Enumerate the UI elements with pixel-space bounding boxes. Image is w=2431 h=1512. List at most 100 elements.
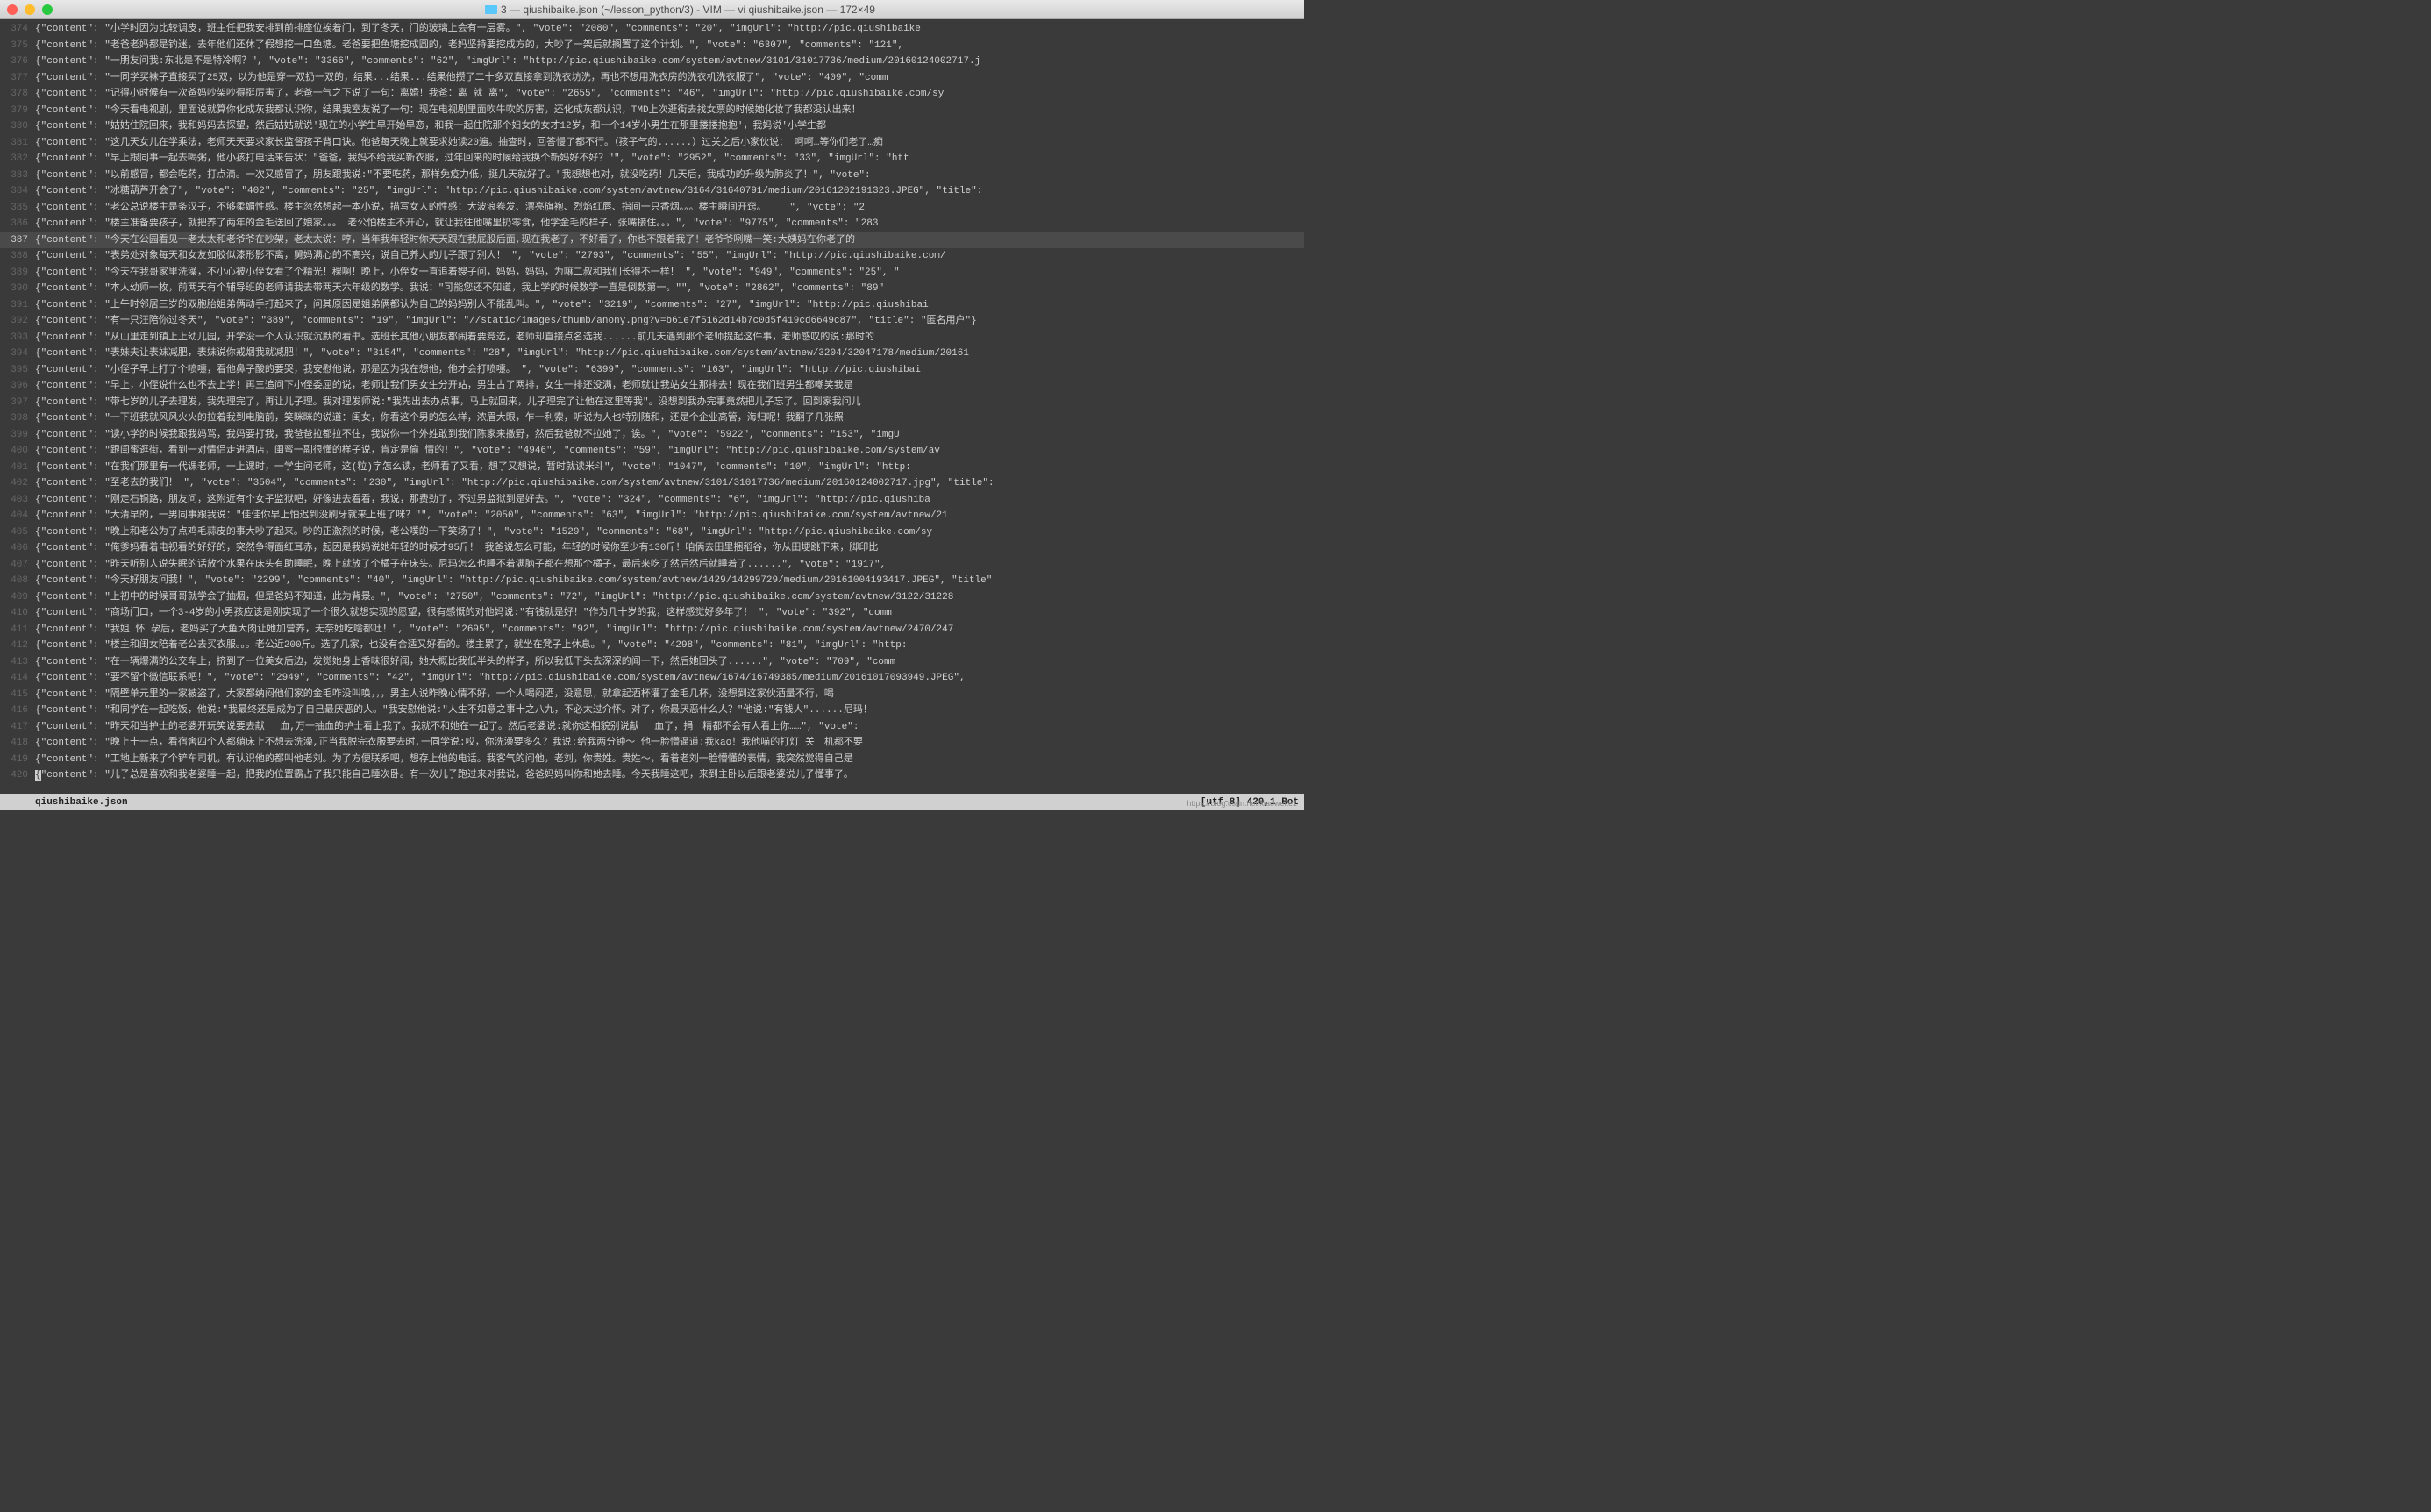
code-line[interactable]: 379{"content": "今天看电视剧，里面说就算你化成灰我都认识你，结果…	[0, 103, 1304, 119]
line-number: 378	[0, 86, 35, 103]
code-line[interactable]: 385{"content": "老公总说楼主是条汉子，不够柔媚性感。楼主忽然想起…	[0, 200, 1304, 217]
line-content: {"content": "冰糖葫芦开会了", "vote": "402", "c…	[35, 183, 988, 200]
line-content: {"content": "大清早的，一男同事跟我说："佳佳你早上怕迟到没刷牙就来…	[35, 508, 948, 524]
code-line[interactable]: 387{"content": "今天在公园看见一老太太和老爷爷在吵架，老太太说：…	[0, 232, 1304, 249]
line-number: 412	[0, 638, 35, 654]
line-content: {"content": "上初中的时候哥哥就学会了抽烟，但是爸妈不知道，此为背景…	[35, 589, 953, 606]
line-number: 420	[0, 767, 35, 784]
code-line[interactable]: 399{"content": "读小学的时候我跟我妈骂，我妈要打我，我爸爸拉都拉…	[0, 427, 1304, 444]
line-content: {"content": "老爸老妈都是钓迷，去年他们还休了假想挖一口鱼塘。老爸要…	[35, 38, 903, 54]
code-line[interactable]: 389{"content": "今天在我哥家里洗澡，不小心被小侄女看了个精光！稞…	[0, 265, 1304, 282]
close-icon[interactable]	[7, 4, 18, 15]
code-line[interactable]: 403{"content": "刚走石铜路，朋友问，这附近有个女子监狱吧，好像进…	[0, 492, 1304, 509]
line-content: {"content": "从山里走到镇上上幼儿园，开学没一个人认识就沉默的看书。…	[35, 330, 874, 346]
line-content: {"content": "今天在我哥家里洗澡，不小心被小侄女看了个精光！稞啊！晚…	[35, 265, 900, 282]
code-line[interactable]: 420{"content": "儿子总是喜欢和我老婆睡一起，把我的位置霸占了我只…	[0, 767, 1304, 784]
code-line[interactable]: 415{"content": "隔壁单元里的一家被盗了，大家都纳闷他们家的金毛咋…	[0, 687, 1304, 703]
window-title: 3 — qiushibaike.json (~/lesson_python/3)…	[63, 4, 1297, 16]
line-number: 415	[0, 687, 35, 703]
line-number: 411	[0, 622, 35, 638]
line-number: 398	[0, 410, 35, 427]
code-line[interactable]: 408{"content": "今天好朋友问我！", "vote": "2299…	[0, 573, 1304, 589]
line-number: 396	[0, 378, 35, 395]
line-content: {"content": "工地上新来了个铲车司机，有认识他的都叫他老刘。为了方便…	[35, 752, 853, 768]
line-content: {"content": "儿子总是喜欢和我老婆睡一起，把我的位置霸占了我只能自己…	[35, 767, 853, 784]
line-number: 410	[0, 605, 35, 622]
line-number: 413	[0, 654, 35, 671]
code-line[interactable]: 383{"content": "以前感冒，都会吃药，打点滴。一次又感冒了，朋友跟…	[0, 168, 1304, 184]
code-line[interactable]: 413{"content": "在一辆爆满的公交车上，挤到了一位美女后边，发觉她…	[0, 654, 1304, 671]
code-line[interactable]: 419{"content": "工地上新来了个铲车司机，有认识他的都叫他老刘。为…	[0, 752, 1304, 768]
code-line[interactable]: 397{"content": "带七岁的儿子去理发，我先理完了，再让儿子理。我对…	[0, 395, 1304, 411]
line-content: {"content": "晚上和老公为了点鸡毛蒜皮的事大吵了起来。吵的正激烈的时…	[35, 524, 932, 541]
code-line[interactable]: 380{"content": "姑姑住院回来，我和妈妈去探望，然后姑姑就说'现在…	[0, 118, 1304, 135]
code-line[interactable]: 407{"content": "昨天听别人说失眠的话放个水果在床头有助睡眠，晚上…	[0, 557, 1304, 574]
editor-area[interactable]: 374{"content": "小学时因为比较调皮，班主任把我安排到前排座位挨着…	[0, 19, 1304, 810]
code-line[interactable]: 388{"content": "表弟处对象每天和女友如胶似漆形影不离，舅妈满心的…	[0, 248, 1304, 265]
code-line[interactable]: 395{"content": "小侄子早上打了个喷嚏，看他鼻子酸的要哭，我安慰他…	[0, 362, 1304, 379]
line-number: 389	[0, 265, 35, 282]
code-line[interactable]: 412{"content": "楼主和闺女陪着老公去买衣服。。。老公近200斤。…	[0, 638, 1304, 654]
code-line[interactable]: 405{"content": "晚上和老公为了点鸡毛蒜皮的事大吵了起来。吵的正激…	[0, 524, 1304, 541]
line-number: 377	[0, 70, 35, 87]
line-content: {"content": "昨天听别人说失眠的话放个水果在床头有助睡眠，晚上就放了…	[35, 557, 886, 574]
code-line[interactable]: 394{"content": "表妹夫让表妹减肥，表妹说你戒烟我就减肥！", "…	[0, 346, 1304, 362]
line-content: {"content": "要不留个微信联系吧！", "vote": "2949"…	[35, 670, 966, 687]
line-content: {"content": "本人幼师一枚，前两天有个辅导班的老师请我去带两天六年级…	[35, 281, 884, 297]
code-line[interactable]: 398{"content": "一下班我就风风火火的拉着我到电脑前，笑眯眯的说道…	[0, 410, 1304, 427]
code-line[interactable]: 391{"content": "上午时邻居三岁的双胞胎姐弟俩动手打起来了，问其原…	[0, 297, 1304, 314]
code-line[interactable]: 396{"content": "早上，小侄说什么也不去上学！再三追问下小侄委屈的…	[0, 378, 1304, 395]
line-number: 393	[0, 330, 35, 346]
code-line[interactable]: 411{"content": "我姐 怀 孕后，老妈买了大鱼大肉让她加营养，无奈…	[0, 622, 1304, 638]
code-line[interactable]: 410{"content": "商场门口，一个3-4岁的小男孩应该是刚实现了一个…	[0, 605, 1304, 622]
code-line[interactable]: 414{"content": "要不留个微信联系吧！", "vote": "29…	[0, 670, 1304, 687]
code-line[interactable]: 382{"content": "早上跟同事一起去喝粥，他小孩打电话来告状："爸爸…	[0, 151, 1304, 168]
line-number: 391	[0, 297, 35, 314]
line-content: {"content": "姑姑住院回来，我和妈妈去探望，然后姑姑就说'现在的小学…	[35, 118, 826, 135]
code-line[interactable]: 378{"content": "记得小时候有一次爸妈吵架吵得挺厉害了，老爸一气之…	[0, 86, 1304, 103]
line-content: {"content": "上午时邻居三岁的双胞胎姐弟俩动手打起来了，问其原因是姐…	[35, 297, 929, 314]
code-line[interactable]: 393{"content": "从山里走到镇上上幼儿园，开学没一个人认识就沉默的…	[0, 330, 1304, 346]
code-line[interactable]: 418{"content": "晚上十一点，看宿舍四个人都躺床上不想去洗澡,正当…	[0, 735, 1304, 752]
line-number: 400	[0, 443, 35, 460]
code-line[interactable]: 404{"content": "大清早的，一男同事跟我说："佳佳你早上怕迟到没刷…	[0, 508, 1304, 524]
line-number: 383	[0, 168, 35, 184]
line-number: 386	[0, 216, 35, 232]
code-line[interactable]: 377{"content": "一同学买袜子直接买了25双，以为他是穿一双扔一双…	[0, 70, 1304, 87]
line-content: {"content": "在一辆爆满的公交车上，挤到了一位美女后边，发觉她身上香…	[35, 654, 895, 671]
line-number: 401	[0, 460, 35, 476]
code-line[interactable]: 375{"content": "老爸老妈都是钓迷，去年他们还休了假想挖一口鱼塘。…	[0, 38, 1304, 54]
line-content: {"content": "记得小时候有一次爸妈吵架吵得挺厉害了，老爸一气之下说了…	[35, 86, 944, 103]
code-line[interactable]: 376{"content": "一朋友问我:东北是不是特冷啊？", "vote"…	[0, 53, 1304, 70]
folder-icon	[485, 5, 497, 14]
line-number: 409	[0, 589, 35, 606]
line-number: 402	[0, 475, 35, 492]
line-content: {"content": "表妹夫让表妹减肥，表妹说你戒烟我就减肥！", "vot…	[35, 346, 969, 362]
code-line[interactable]: 400{"content": "跟闺蜜逛街，看到一对情侣走进酒店，闺蜜一副很懂的…	[0, 443, 1304, 460]
line-content: {"content": "有一只汪陪你过冬天", "vote": "389", …	[35, 313, 977, 330]
code-line[interactable]: 417{"content": "昨天和当护士的老婆开玩笑说要去献 血,万一抽血的…	[0, 719, 1304, 736]
maximize-icon[interactable]	[42, 4, 53, 15]
line-number: 403	[0, 492, 35, 509]
status-filename: qiushibaike.json	[35, 797, 1201, 808]
line-number: 380	[0, 118, 35, 135]
code-line[interactable]: 390{"content": "本人幼师一枚，前两天有个辅导班的老师请我去带两天…	[0, 281, 1304, 297]
line-content: {"content": "小侄子早上打了个喷嚏，看他鼻子酸的要哭，我安慰他说，那…	[35, 362, 921, 379]
minimize-icon[interactable]	[25, 4, 35, 15]
line-number: 405	[0, 524, 35, 541]
code-line[interactable]: 416{"content": "和同学在一起吃饭，他说:"我最终还是成为了自己最…	[0, 703, 1304, 719]
cursor: {	[35, 770, 41, 781]
code-line[interactable]: 384{"content": "冰糖葫芦开会了", "vote": "402",…	[0, 183, 1304, 200]
line-content: {"content": "以前感冒，都会吃药，打点滴。一次又感冒了，朋友跟我说:…	[35, 168, 871, 184]
code-line[interactable]: 409{"content": "上初中的时候哥哥就学会了抽烟，但是爸妈不知道，此…	[0, 589, 1304, 606]
code-line[interactable]: 374{"content": "小学时因为比较调皮，班主任把我安排到前排座位挨着…	[0, 21, 1304, 38]
code-line[interactable]: 406{"content": "俺爹妈看着电视看的好好的，突然争得面红耳赤，起因…	[0, 540, 1304, 557]
code-line[interactable]: 402{"content": "至老去的我们！ ", "vote": "3504…	[0, 475, 1304, 492]
line-content: {"content": "带七岁的儿子去理发，我先理完了，再让儿子理。我对理发师…	[35, 395, 861, 411]
line-content: {"content": "早上，小侄说什么也不去上学！再三追问下小侄委屈的说，老…	[35, 378, 853, 395]
code-line[interactable]: 381{"content": "这几天女儿在学乘法，老师天天要求家长监督孩子背口…	[0, 135, 1304, 152]
code-line[interactable]: 392{"content": "有一只汪陪你过冬天", "vote": "389…	[0, 313, 1304, 330]
line-content: {"content": "表弟处对象每天和女友如胶似漆形影不离，舅妈满心的不高兴…	[35, 248, 946, 265]
code-line[interactable]: 386{"content": "楼主准备要孩子，就把养了两年的金毛送回了娘家。。…	[0, 216, 1304, 232]
code-line[interactable]: 401{"content": "在我们那里有一代课老师，一上课时，一学生问老师，…	[0, 460, 1304, 476]
